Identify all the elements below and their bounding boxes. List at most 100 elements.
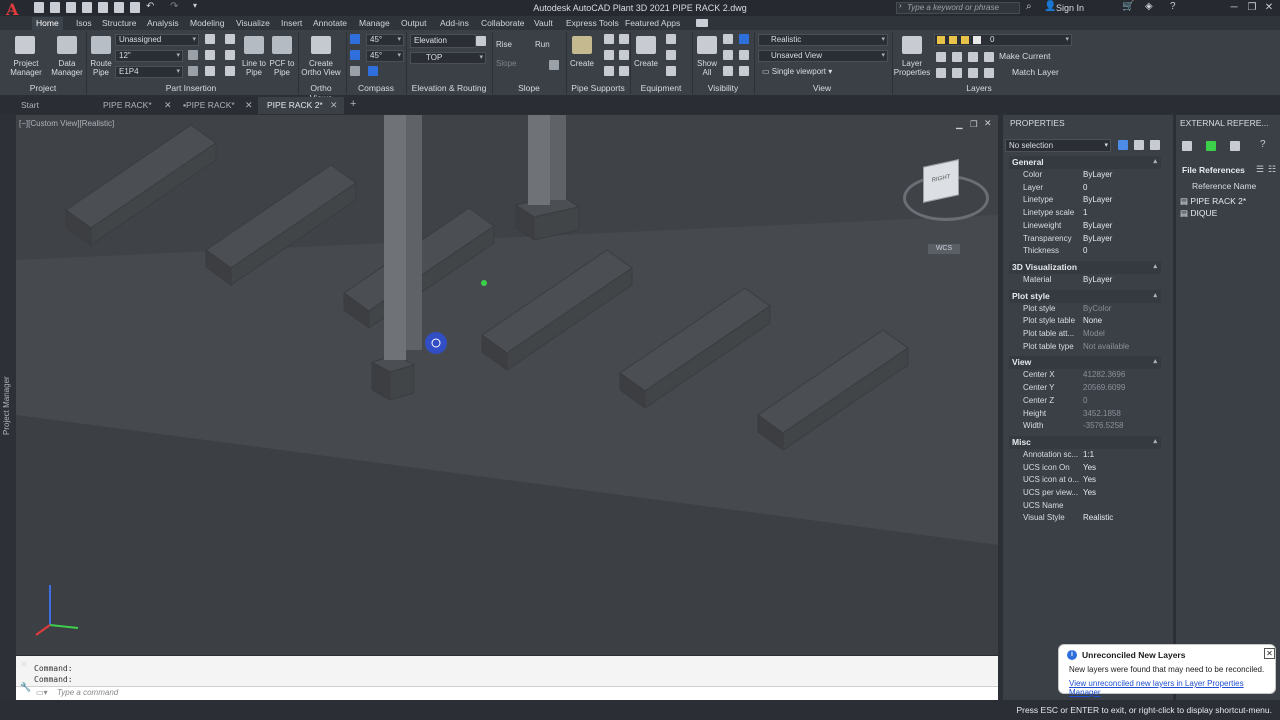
project-manager-button[interactable]: Project Manager [6,59,46,77]
create-ortho-view-button[interactable]: Create Ortho View [298,59,344,77]
compass-angle-2-select[interactable]: 45° ▾ [366,50,404,62]
sign-in-link[interactable]: Sign In [1056,3,1084,13]
collapse-icon[interactable]: ▴ [1153,290,1157,302]
line-to-pipe-icon[interactable] [244,36,264,54]
match-layer-button[interactable]: Match Layer [1012,67,1059,77]
reference-name-column[interactable]: Reference Name [1192,181,1256,191]
collapse-icon[interactable]: ▴ [1153,436,1157,448]
property-row[interactable]: Plot style ByColor [1023,304,1173,316]
property-value[interactable]: 0 [1083,183,1087,192]
search-icon[interactable]: ⌕ [1026,1,1032,12]
pencil-icon[interactable] [350,66,360,76]
property-row[interactable]: Linetype scale 1 [1023,208,1173,220]
viewport-controls-label[interactable]: [−][Custom View][Realistic] [19,119,114,128]
project-manager-icon[interactable] [15,36,35,54]
property-row[interactable]: UCS Name [1023,501,1173,513]
property-row[interactable]: Visual Style Realistic [1023,513,1173,525]
command-menu-icon[interactable]: ▭▾ [36,688,48,697]
compass-angle-1-select[interactable]: 45° ▾ [366,34,404,46]
property-value[interactable]: ByLayer [1083,221,1112,230]
equipment-icon[interactable] [636,36,656,54]
property-value[interactable]: 20569.6099 [1083,383,1125,392]
doc-tab-active[interactable]: PIPE RACK 2* [267,100,323,110]
property-value[interactable]: 0 [1083,246,1087,255]
close-tab-icon[interactable]: ✕ [164,100,172,111]
route-pipe-icon[interactable] [91,36,111,54]
user-icon[interactable]: 👤 [1044,1,1056,12]
xref-item[interactable]: ▤ PIPE RACK 2* [1180,196,1246,207]
doc-tab-start[interactable]: Start [21,100,39,110]
property-row[interactable]: UCS icon at o... Yes [1023,475,1173,487]
attach-dwg-icon[interactable] [1182,141,1192,151]
data-manager-icon[interactable] [57,36,77,54]
property-value[interactable]: 41282.3696 [1083,370,1125,379]
create-pipe-support-button[interactable]: Create [566,59,598,68]
pipe-support-icon[interactable] [572,36,592,54]
line-number-select[interactable]: E1P4 ▾ [115,66,183,78]
change-path-icon[interactable] [1230,141,1240,151]
run-label[interactable]: Run [535,40,550,49]
catalog-icon[interactable] [225,34,235,44]
property-row[interactable]: Thickness 0 [1023,246,1173,258]
viewport-close-icon[interactable]: ✕ [984,118,992,129]
property-value[interactable]: 3452.1858 [1083,409,1121,418]
property-row[interactable]: Color ByLayer [1023,170,1173,182]
property-value[interactable]: -3576.5258 [1083,421,1123,430]
tab-manage[interactable]: Manage [355,17,394,30]
layer-state-icon[interactable] [936,52,946,62]
tab-isos[interactable]: Isos [72,17,96,30]
minimize-icon[interactable]: ─ [1228,2,1240,14]
property-value[interactable]: Yes [1083,475,1096,484]
compass-toggle-icon[interactable] [350,34,360,44]
ortho-view-icon[interactable] [311,36,331,54]
xref-item[interactable]: ▤ DIQUE [1180,208,1217,219]
tree-view-icon[interactable]: ☷ [1268,164,1276,175]
slope-icon[interactable] [549,60,559,70]
property-row[interactable]: UCS icon On Yes [1023,463,1173,475]
isolate-icon[interactable] [723,50,733,60]
property-row[interactable]: Center Y 20569.6099 [1023,383,1173,395]
help-icon[interactable]: ? [1170,1,1176,12]
property-row[interactable]: Height 3452.1858 [1023,409,1173,421]
tab-home[interactable]: Home [32,17,63,30]
tab-add-ins[interactable]: Add-ins [436,17,473,30]
collapse-icon[interactable]: ▴ [1153,156,1157,168]
pipe-icon[interactable] [188,66,198,76]
layer-isolate-icon[interactable] [968,52,978,62]
property-section[interactable]: View ▴ [1009,356,1161,370]
property-value[interactable]: Yes [1083,463,1096,472]
property-value[interactable]: ByLayer [1083,170,1112,179]
property-row[interactable]: Layer 0 [1023,183,1173,195]
nozzle-icon[interactable] [666,34,676,44]
equipment-convert-icon[interactable] [666,66,676,76]
tab-express-tools[interactable]: Express Tools [562,17,623,30]
property-value[interactable]: Realistic [1083,513,1113,522]
command-close-icon[interactable]: ✕ [20,659,28,670]
visibility-settings-icon[interactable] [739,66,749,76]
layer-properties-icon[interactable] [902,36,922,54]
show-all-icon[interactable] [697,36,717,54]
viewport-minimize-icon[interactable]: ▁ [956,119,963,130]
maximize-icon[interactable]: ❐ [1246,2,1258,14]
property-section[interactable]: Plot style ▴ [1009,289,1161,303]
command-input[interactable]: ▭▾ Type a command [16,686,998,699]
command-customize-icon[interactable]: 🔧 [20,682,31,693]
property-row[interactable]: Center X 41282.3696 [1023,370,1173,382]
property-value[interactable]: 0 [1083,396,1087,405]
property-row[interactable]: Lineweight ByLayer [1023,221,1173,233]
tab-annotate[interactable]: Annotate [309,17,351,30]
property-row[interactable]: UCS per view... Yes [1023,488,1173,500]
property-row[interactable]: Transparency ByLayer [1023,234,1173,246]
select-objects-icon[interactable] [1134,140,1144,150]
equipment-edit-icon[interactable] [666,50,676,60]
property-row[interactable]: Linetype ByLayer [1023,195,1173,207]
layer-freeze-icon[interactable] [984,52,994,62]
close-tab-icon[interactable]: ✕ [245,100,253,111]
notification-link[interactable]: View unreconciled new layers in Layer Pr… [1069,679,1275,697]
layer-properties-button[interactable]: Layer Properties [892,59,932,77]
property-value[interactable]: ByLayer [1083,275,1112,284]
layer-lock-icon[interactable] [936,68,946,78]
hide-icon[interactable] [723,34,733,44]
property-section[interactable]: 3D Visualization ▴ [1009,260,1161,274]
track-icon[interactable] [368,66,378,76]
